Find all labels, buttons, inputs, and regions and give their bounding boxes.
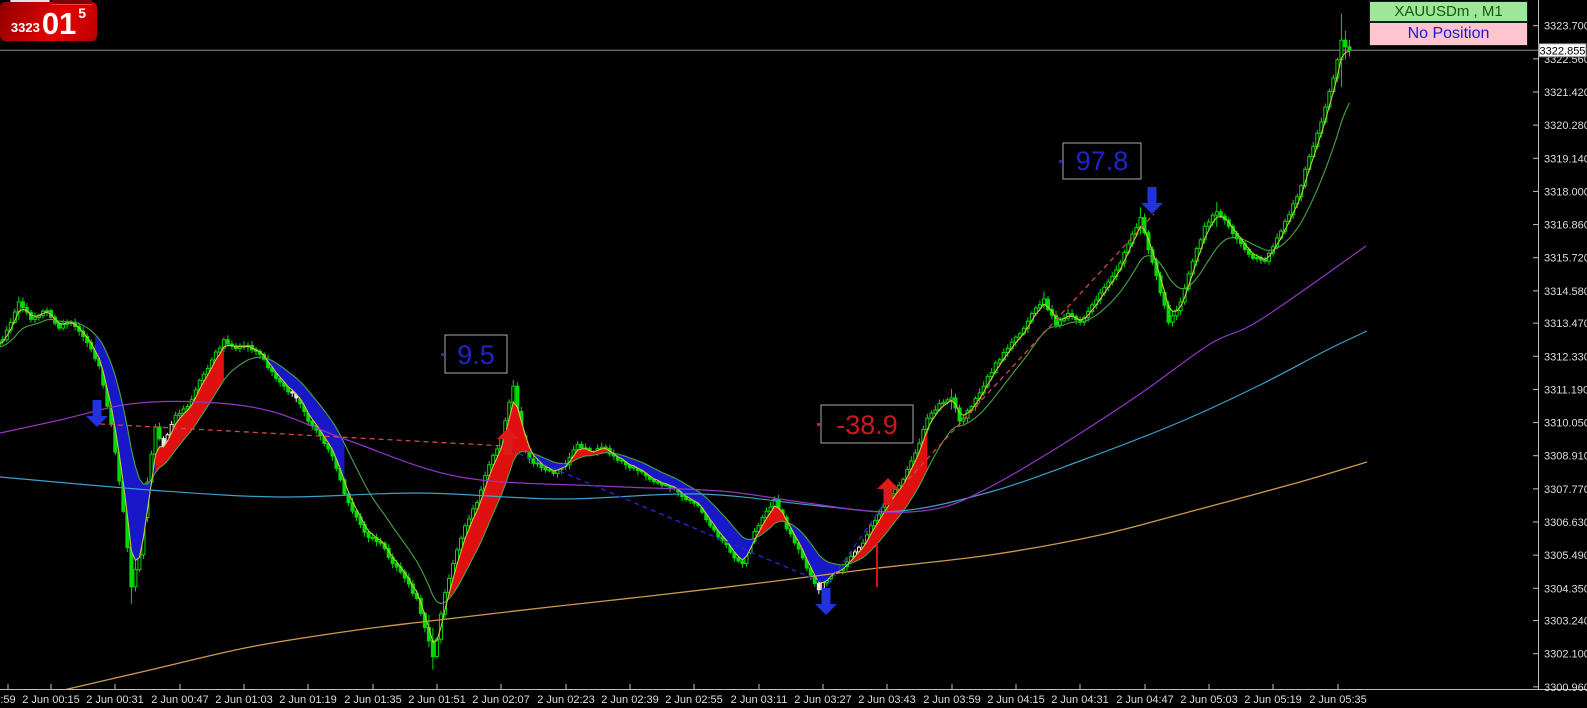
time-tick-label: 2 Jun 03:11 [731,694,788,706]
svg-text:3322.855: 3322.855 [1540,45,1586,57]
position-status-badge: No Position [1369,22,1528,46]
svg-text:9.5: 9.5 [457,340,495,370]
price-tick-label: 3303.240 [1544,616,1587,628]
price-tick-label: 3306.630 [1544,517,1587,529]
time-tick-label: 2 Jun 02:39 [601,694,659,706]
time-tick-label: 2 Jun 01:51 [408,694,466,706]
time-tick-label: 2 Jun 05:19 [1244,694,1302,706]
price-tick-label: 3323.700 [1544,21,1587,33]
price-tick-label: 3310.050 [1544,418,1587,430]
price-tick-label: 3308.910 [1544,451,1587,463]
chart-window: 9.5-38.997.83323.7003322.5603321.4203320… [0,0,1587,708]
svg-text:-38.9: -38.9 [836,410,898,440]
time-tick-label: 2 Jun 01:35 [344,694,402,706]
time-tick-label: 2 Jun 01:19 [279,694,337,706]
bid-price-major: 3323 [11,20,40,35]
price-tick-label: 3316.860 [1544,220,1587,232]
time-tick-label: 2 Jun 02:55 [665,694,723,706]
quote-box-tab [52,0,92,5]
price-tick-label: 3321.420 [1544,87,1587,99]
price-tick-label: 3319.140 [1544,153,1587,165]
price-tick-label: 3314.580 [1544,286,1587,298]
price-tick-label: 3313.470 [1544,318,1587,330]
price-tick-label: 3318.000 [1544,186,1587,198]
price-chart-canvas[interactable]: 9.5-38.997.83323.7003322.5603321.4203320… [0,0,1587,708]
time-tick-label: 2 Jun 00:31 [86,694,144,706]
bid-price-pip: 5 [78,5,86,21]
time-tick-label: 2 Jun 05:03 [1180,694,1238,706]
current-price-tag: 3322.855 [1539,44,1586,58]
price-tick-label: 3315.720 [1544,253,1587,265]
price-tick-label: 3311.190 [1544,384,1587,396]
bid-price-box[interactable]: 3323 01 5 [0,2,97,41]
time-tick-label: 2 Jun 00:15 [22,694,80,706]
time-tick-label: 2 Jun 00:47 [151,694,209,706]
time-tick-label: 2 Jun 04:31 [1051,694,1109,706]
time-tick-label: 2 Jun 02:07 [472,694,530,706]
price-tick-label: 3320.280 [1544,120,1587,132]
price-tick-label: 3300.960 [1544,682,1587,694]
price-tick-label: 3305.490 [1544,550,1587,562]
price-tick-label: 3312.330 [1544,351,1587,363]
time-tick-label: 2 Jun 03:59 [923,694,981,706]
time-tick-label: 2 Jun 05:35 [1309,694,1367,706]
time-tick-label: 2 Jun 03:43 [858,694,916,706]
time-tick-label: 2 Jun 04:15 [987,694,1045,706]
time-tick-label: 2 Jun 02:23 [537,694,595,706]
time-tick-label: 2 Jun 01:03 [215,694,273,706]
svg-text:97.8: 97.8 [1076,146,1129,176]
price-tick-label: 3307.770 [1544,484,1587,496]
price-tick-label: 3304.350 [1544,583,1587,595]
time-tick-label: :59 [0,694,15,706]
price-tick-label: 3302.100 [1544,649,1587,661]
time-tick-label: 2 Jun 03:27 [794,694,852,706]
symbol-timeframe-badge: XAUUSDm , M1 [1369,1,1528,22]
time-tick-label: 2 Jun 04:47 [1116,694,1174,706]
bid-price-minor: 01 [42,7,76,41]
